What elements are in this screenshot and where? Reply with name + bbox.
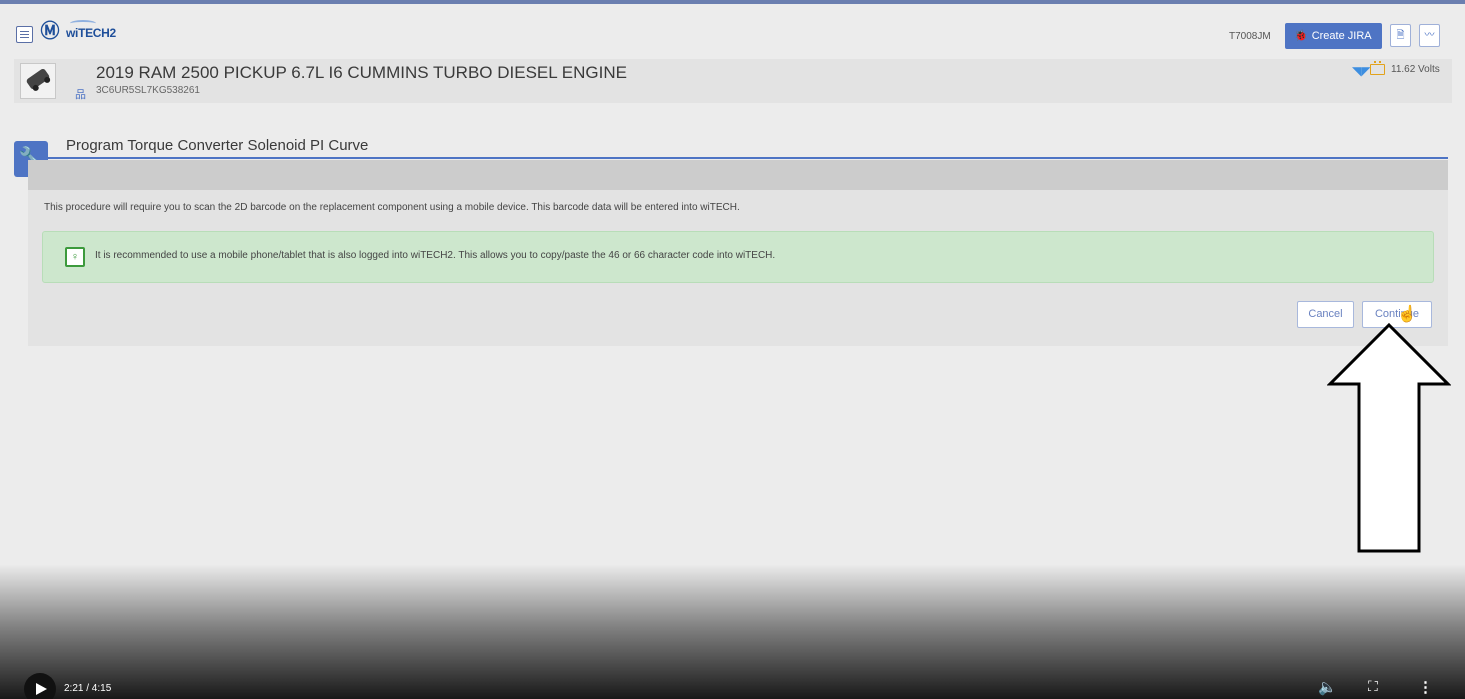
- bug-icon: 🐞: [1294, 30, 1308, 42]
- battery-icon: [1370, 61, 1385, 75]
- top-bar: Ⓜ wiTECH2 T7008JM 🐞 Create JIRA 🗎 〰: [0, 8, 1465, 56]
- play-icon[interactable]: [24, 673, 56, 699]
- procedure-title: Program Torque Converter Solenoid PI Cur…: [66, 137, 369, 154]
- exit-fullscreen-icon[interactable]: ⛶: [1368, 678, 1378, 695]
- video-time: 2:21 / 4:15: [64, 683, 112, 694]
- rss-icon[interactable]: 〰: [1419, 24, 1440, 47]
- video-controls-overlay: [0, 564, 1465, 699]
- panel-header-strip: [28, 160, 1448, 190]
- hand-cursor-icon: ☝: [1397, 306, 1417, 323]
- vehicle-vin: 3C6UR5SL7KG538261: [96, 85, 200, 96]
- vehicle-title: 2019 RAM 2500 PICKUP 6.7L I6 CUMMINS TUR…: [96, 63, 627, 82]
- up-arrow-icon: [1327, 322, 1451, 553]
- title-divider: [48, 157, 1448, 159]
- create-jira-label: Create JIRA: [1311, 30, 1372, 42]
- witech-app: Ⓜ wiTECH2 T7008JM 🐞 Create JIRA 🗎 〰 品 201…: [0, 0, 1465, 699]
- create-jira-button[interactable]: 🐞 Create JIRA: [1285, 23, 1382, 49]
- volume-icon[interactable]: 🔈: [1318, 678, 1337, 696]
- tip-box: ♀ It is recommended to use a mobile phon…: [42, 231, 1434, 283]
- procedure-panel: This procedure will require you to scan …: [28, 160, 1448, 346]
- user-id: T7008JM: [1229, 31, 1271, 42]
- vehicle-bar: 品 2019 RAM 2500 PICKUP 6.7L I6 CUMMINS T…: [14, 59, 1452, 103]
- procedure-description: This procedure will require you to scan …: [44, 202, 740, 213]
- pdf-icon[interactable]: 🗎: [1390, 24, 1411, 47]
- mopar-logo: Ⓜ: [40, 21, 60, 42]
- battery-volts: 11.62 Volts: [1391, 64, 1440, 75]
- lightbulb-icon: ♀: [65, 247, 85, 267]
- topology-icon[interactable]: 品: [75, 86, 86, 102]
- vehicle-icon[interactable]: [20, 63, 56, 99]
- witech-logo: wiTECH2: [66, 20, 116, 40]
- tip-text: It is recommended to use a mobile phone/…: [95, 250, 776, 261]
- more-options-icon[interactable]: ⋮: [1418, 678, 1433, 696]
- wifi-icon: ◥◤: [1352, 64, 1371, 78]
- menu-icon[interactable]: [16, 26, 33, 43]
